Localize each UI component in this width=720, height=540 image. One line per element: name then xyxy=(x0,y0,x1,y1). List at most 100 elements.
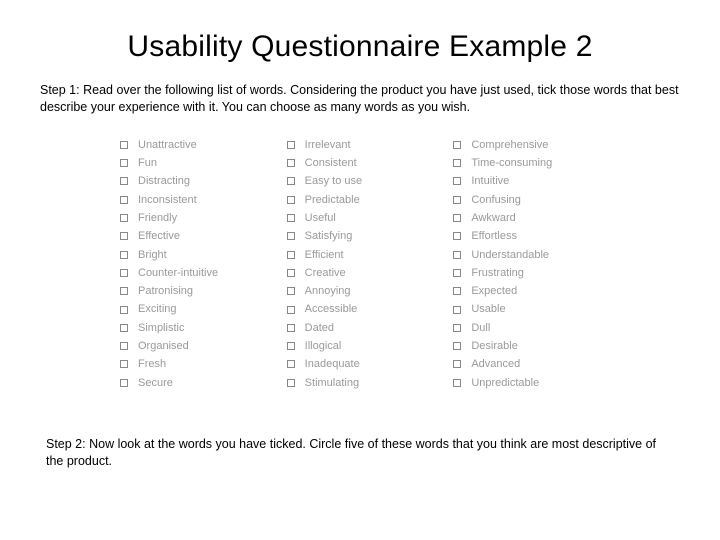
word-item: Effective xyxy=(120,229,287,243)
checkbox-icon[interactable] xyxy=(453,141,461,149)
checkbox-icon[interactable] xyxy=(453,177,461,185)
word-item: Dated xyxy=(287,321,454,335)
word-label: Comprehensive xyxy=(471,138,548,152)
checkbox-icon[interactable] xyxy=(120,342,128,350)
word-label: Bright xyxy=(138,248,167,262)
page-title: Usability Questionnaire Example 2 xyxy=(40,30,680,64)
checkbox-icon[interactable] xyxy=(287,159,295,167)
checkbox-icon[interactable] xyxy=(453,232,461,240)
checkbox-icon[interactable] xyxy=(287,342,295,350)
checkbox-icon[interactable] xyxy=(453,287,461,295)
checkbox-icon[interactable] xyxy=(287,141,295,149)
checkbox-icon[interactable] xyxy=(287,287,295,295)
word-label: Distracting xyxy=(138,174,190,188)
checkbox-icon[interactable] xyxy=(287,306,295,314)
word-item: Stimulating xyxy=(287,376,454,390)
checkbox-icon[interactable] xyxy=(120,379,128,387)
word-label: Dull xyxy=(471,321,490,335)
word-item: Efficient xyxy=(287,248,454,262)
checkbox-icon[interactable] xyxy=(453,159,461,167)
checkbox-icon[interactable] xyxy=(120,141,128,149)
checkbox-icon[interactable] xyxy=(120,360,128,368)
checkbox-icon[interactable] xyxy=(453,306,461,314)
word-item: Fun xyxy=(120,156,287,170)
checkbox-icon[interactable] xyxy=(453,379,461,387)
word-label: Understandable xyxy=(471,248,549,262)
checkbox-icon[interactable] xyxy=(287,232,295,240)
column-2: Irrelevant Consistent Easy to use Predictab… xyxy=(287,138,454,390)
checkbox-icon[interactable] xyxy=(120,306,128,314)
word-item: Distracting xyxy=(120,174,287,188)
checkbox-icon[interactable] xyxy=(120,232,128,240)
word-item: Simplistic xyxy=(120,321,287,335)
checkbox-icon[interactable] xyxy=(287,360,295,368)
word-item: Dull xyxy=(453,321,620,335)
word-item: Expected xyxy=(453,284,620,298)
word-item: Comprehensive xyxy=(453,138,620,152)
checkbox-icon[interactable] xyxy=(453,360,461,368)
word-label: Desirable xyxy=(471,339,517,353)
checkbox-icon[interactable] xyxy=(120,214,128,222)
word-label: Illogical xyxy=(305,339,342,353)
checkbox-icon[interactable] xyxy=(120,324,128,332)
word-item: Understandable xyxy=(453,248,620,262)
step1-instructions: Step 1: Read over the following list of … xyxy=(40,82,680,116)
checkbox-icon[interactable] xyxy=(287,251,295,259)
checkbox-icon[interactable] xyxy=(453,342,461,350)
word-item: Time-consuming xyxy=(453,156,620,170)
word-columns: UnattractiveFunDistractingInconsistentFr… xyxy=(40,138,680,390)
word-label: Simplistic xyxy=(138,321,184,335)
word-item: Secure xyxy=(120,376,287,390)
word-label: Easy to use xyxy=(305,174,362,188)
word-label: Inadequate xyxy=(305,357,360,371)
word-label: Confusing xyxy=(471,193,521,207)
word-item: Irrelevant xyxy=(287,138,454,152)
word-label: Frustrating xyxy=(471,266,524,280)
word-item: Inadequate xyxy=(287,357,454,371)
word-item: Usable xyxy=(453,302,620,316)
checkbox-icon[interactable] xyxy=(453,196,461,204)
word-label: Time-consuming xyxy=(471,156,552,170)
word-label: Patronising xyxy=(138,284,193,298)
word-label: Useful xyxy=(305,211,336,225)
word-item: Creative xyxy=(287,266,454,280)
word-item: Predictable xyxy=(287,193,454,207)
word-item: Exciting xyxy=(120,302,287,316)
checkbox-icon[interactable] xyxy=(453,251,461,259)
word-item: Useful xyxy=(287,211,454,225)
checkbox-icon[interactable] xyxy=(287,177,295,185)
checkbox-icon[interactable] xyxy=(120,287,128,295)
step2-instructions: Step 2: Now look at the words you have t… xyxy=(40,436,680,470)
checkbox-icon[interactable] xyxy=(287,214,295,222)
word-label: Inconsistent xyxy=(138,193,197,207)
checkbox-icon[interactable] xyxy=(287,196,295,204)
word-label: Fun xyxy=(138,156,157,170)
checkbox-icon[interactable] xyxy=(120,251,128,259)
checkbox-icon[interactable] xyxy=(120,177,128,185)
checkbox-icon[interactable] xyxy=(120,196,128,204)
word-item: Advanced xyxy=(453,357,620,371)
word-label: Unpredictable xyxy=(471,376,539,390)
word-item: Consistent xyxy=(287,156,454,170)
word-item: Frustrating xyxy=(453,266,620,280)
checkbox-icon[interactable] xyxy=(453,214,461,222)
word-label: Creative xyxy=(305,266,346,280)
word-item: Unpredictable xyxy=(453,376,620,390)
word-item: Awkward xyxy=(453,211,620,225)
word-label: Effortless xyxy=(471,229,517,243)
checkbox-icon[interactable] xyxy=(120,269,128,277)
word-item: Annoying xyxy=(287,284,454,298)
checkbox-icon[interactable] xyxy=(287,379,295,387)
checkbox-icon[interactable] xyxy=(453,324,461,332)
word-label: Effective xyxy=(138,229,180,243)
checkbox-icon[interactable] xyxy=(287,269,295,277)
word-item: Patronising xyxy=(120,284,287,298)
word-item: Easy to use xyxy=(287,174,454,188)
word-item: Fresh xyxy=(120,357,287,371)
word-label: Advanced xyxy=(471,357,520,371)
checkbox-icon[interactable] xyxy=(120,159,128,167)
checkbox-icon[interactable] xyxy=(287,324,295,332)
checkbox-icon[interactable] xyxy=(453,269,461,277)
column-3: ComprehensiveTime-consumingIntuitiveConf… xyxy=(453,138,620,390)
word-label: Fresh xyxy=(138,357,166,371)
